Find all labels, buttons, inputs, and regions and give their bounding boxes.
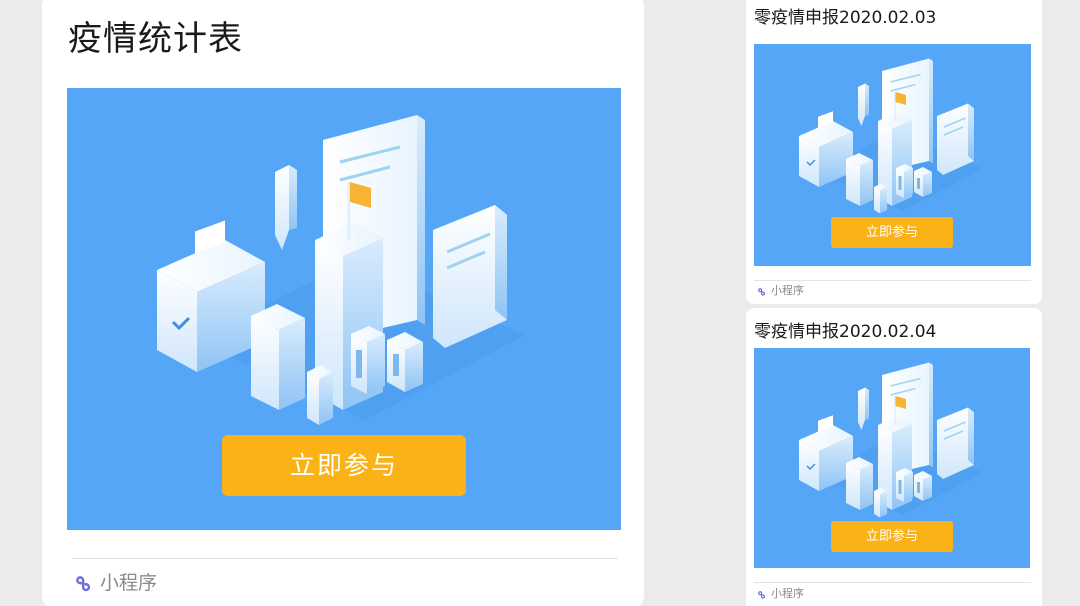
- card-banner[interactable]: 立即参与: [754, 348, 1030, 568]
- mini-program-label: 小程序: [100, 572, 158, 594]
- mini-program-footer: 小程序: [756, 587, 804, 601]
- participate-button[interactable]: 立即参与: [222, 435, 466, 496]
- card-divider: [754, 280, 1031, 281]
- mini-program-label: 小程序: [771, 284, 804, 297]
- card-title: 疫情统计表: [68, 19, 243, 59]
- side-share-card[interactable]: 零疫情申报2020.02.03 立即参与 小程序: [746, 0, 1042, 304]
- mini-program-icon: [72, 572, 94, 594]
- statistics-illustration-icon: [155, 110, 533, 426]
- statistics-illustration-icon: [798, 360, 987, 518]
- card-banner[interactable]: 立即参与: [67, 88, 621, 530]
- mini-program-icon: [756, 286, 767, 297]
- mini-program-icon: [756, 589, 767, 600]
- mini-program-footer: 小程序: [72, 570, 157, 596]
- card-divider: [754, 582, 1031, 583]
- mini-program-footer: 小程序: [756, 284, 804, 298]
- card-divider: [72, 558, 618, 559]
- main-share-card[interactable]: 疫情统计表 立即参与 小程序: [42, 0, 644, 606]
- side-share-card[interactable]: 零疫情申报2020.02.04 立即参与 小程序: [746, 308, 1042, 606]
- card-banner[interactable]: 立即参与: [754, 44, 1031, 266]
- participate-button[interactable]: 立即参与: [831, 217, 953, 248]
- participate-button[interactable]: 立即参与: [831, 521, 953, 552]
- card-title: 零疫情申报2020.02.04: [754, 322, 937, 342]
- card-title: 零疫情申报2020.02.03: [754, 8, 937, 28]
- statistics-illustration-icon: [798, 56, 987, 214]
- mini-program-label: 小程序: [771, 587, 804, 600]
